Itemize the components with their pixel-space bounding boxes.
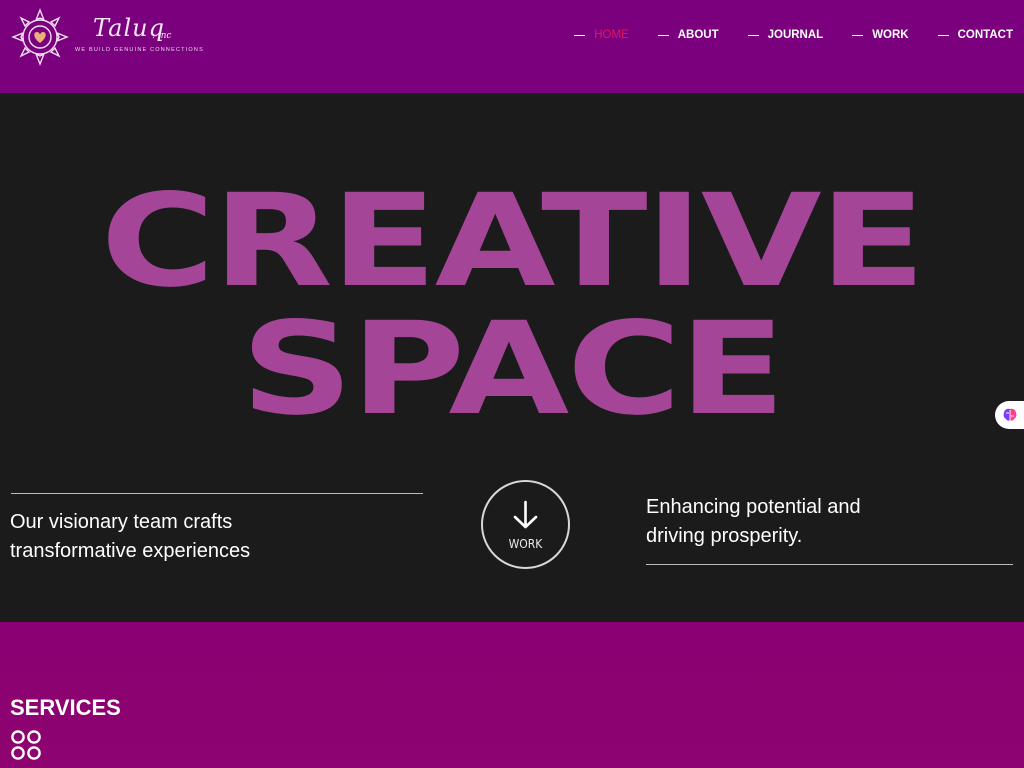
hero-right-line-2: driving prosperity. [646,525,803,547]
nav-label: HOME [594,29,629,41]
work-button-label: WORK [508,537,543,551]
nav-label: CONTACT [957,29,1013,41]
nav-dash [937,34,949,36]
nav-item-contact[interactable]: CONTACT [937,29,1013,41]
nav-dash [852,34,864,36]
hero-title-line-2: SPACE [240,295,786,444]
nav-label: WORK [872,29,909,41]
services-title: SERVICES [10,695,121,720]
main-nav: HOME ABOUT JOURNAL WORK CONTACT [574,29,1013,41]
hero-right-text: Enhancing potential and driving prosperi… [646,493,861,551]
brand-tagline: WE BUILD GENUINE CONNECTIONS [75,47,204,53]
nav-label: JOURNAL [767,29,824,41]
site-header: Taluq . inc WE BUILD GENUINE CONNECTIONS… [0,0,1024,93]
brand-suffix: . inc [152,31,172,41]
nav-dash [574,34,586,36]
services-section: SERVICES [0,622,1024,768]
work-scroll-button[interactable]: WORK [481,480,570,569]
nav-dash [747,34,759,36]
hero-left-line-2: transformative experiences [10,540,251,562]
nav-label: ABOUT [677,29,719,41]
divider-right [646,564,1013,565]
hero-left-text: Our visionary team crafts transformative… [10,508,250,566]
nav-item-journal[interactable]: JOURNAL [747,29,824,41]
mandala-icon[interactable] [11,8,69,66]
side-widget[interactable] [995,401,1024,429]
hero-title-line-1: CREATIVE [100,167,926,316]
nav-item-about[interactable]: ABOUT [657,29,719,41]
hero-right-line-1: Enhancing potential and [646,496,861,518]
arrow-down-icon [513,500,538,529]
hero-left-line-1: Our visionary team crafts [10,511,233,533]
nav-dash [657,34,669,36]
brain-icon [1003,408,1017,421]
nav-item-home[interactable]: HOME [574,29,629,41]
divider-left [11,493,423,494]
four-circles-icon [11,730,41,760]
nav-item-work[interactable]: WORK [852,29,909,41]
